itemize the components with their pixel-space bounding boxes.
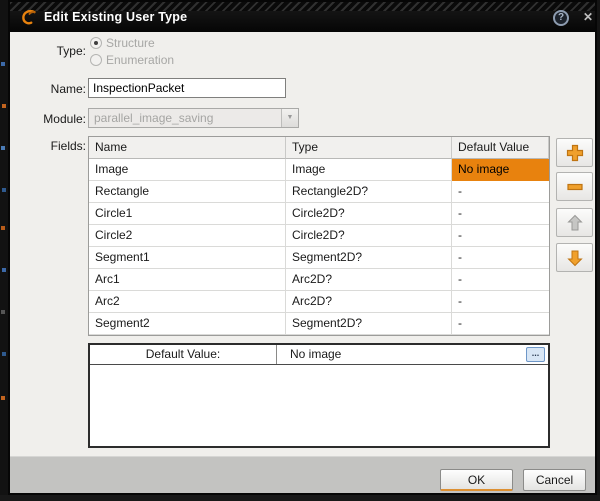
move-up-button[interactable] (556, 208, 593, 237)
table-row[interactable]: Circle1 Circle2D? - (89, 203, 549, 225)
cell-type[interactable]: Segment2D? (286, 247, 452, 269)
cell-name[interactable]: Segment1 (89, 247, 286, 269)
cell-default-value[interactable]: - (452, 203, 549, 225)
table-row[interactable]: Segment2 Segment2D? - (89, 313, 549, 335)
desktop-speck (1, 310, 5, 314)
table-row[interactable]: Rectangle Rectangle2D? - (89, 181, 549, 203)
desktop-background-bottom (0, 495, 600, 501)
default-value-text[interactable]: No image (290, 345, 341, 364)
cell-type[interactable]: Circle2D? (286, 203, 452, 225)
radio-enumeration-label: Enumeration (106, 53, 174, 67)
table-header-row: Name Type Default Value (89, 137, 549, 159)
cell-name[interactable]: Circle2 (89, 225, 286, 247)
remove-field-button[interactable] (556, 172, 593, 201)
table-row[interactable]: Segment1 Segment2D? - (89, 247, 549, 269)
radio-structure-icon[interactable] (90, 37, 102, 49)
move-down-button[interactable] (556, 243, 593, 272)
add-field-button[interactable] (556, 138, 593, 167)
table-row[interactable]: Circle2 Circle2D? - (89, 225, 549, 247)
cell-default-value[interactable]: - (452, 269, 549, 291)
cell-default-value[interactable]: - (452, 313, 549, 335)
fields-label: Fields: (16, 139, 86, 153)
ok-button[interactable]: OK (440, 469, 513, 491)
table-row[interactable]: Image Image No image (89, 159, 549, 181)
cell-default-value[interactable]: - (452, 225, 549, 247)
desktop-speck (1, 146, 5, 150)
name-label: Name: (16, 82, 86, 96)
name-input[interactable] (88, 78, 286, 98)
dialog-title: Edit Existing User Type (44, 10, 187, 24)
cell-type[interactable]: Arc2D? (286, 269, 452, 291)
desktop-speck (2, 188, 6, 192)
titlebar[interactable]: Edit Existing User Type ? ✕ (10, 2, 595, 32)
desktop-speck (1, 226, 5, 230)
cell-name[interactable]: Rectangle (89, 181, 286, 203)
cell-type[interactable]: Circle2D? (286, 225, 452, 247)
radio-option-structure[interactable]: Structure (90, 36, 155, 50)
close-icon[interactable]: ✕ (580, 9, 596, 25)
cell-name[interactable]: Image (89, 159, 286, 181)
desktop-speck (1, 62, 5, 66)
cell-default-value[interactable]: - (452, 247, 549, 269)
module-dropdown-value: parallel_image_saving (94, 111, 213, 125)
footer-bar: OK Cancel (10, 456, 595, 493)
cell-type[interactable]: Arc2D? (286, 291, 452, 313)
type-label: Type: (16, 44, 86, 58)
radio-option-enumeration[interactable]: Enumeration (90, 53, 174, 67)
desktop-speck (1, 396, 5, 400)
help-icon[interactable]: ? (553, 10, 569, 26)
minus-icon (565, 177, 585, 197)
cell-default-value[interactable]: - (452, 291, 549, 313)
column-header-type[interactable]: Type (286, 137, 452, 159)
cell-name[interactable]: Arc1 (89, 269, 286, 291)
column-header-name[interactable]: Name (89, 137, 286, 159)
cell-name[interactable]: Segment2 (89, 313, 286, 335)
cell-type[interactable]: Image (286, 159, 452, 181)
cell-default-value-selected[interactable]: No image (452, 159, 549, 181)
cell-type[interactable]: Rectangle2D? (286, 181, 452, 203)
module-dropdown[interactable]: parallel_image_saving ▼ (88, 108, 299, 128)
default-value-label: Default Value: (90, 345, 277, 364)
column-header-default-value[interactable]: Default Value (452, 137, 549, 159)
radio-enumeration-icon[interactable] (90, 54, 102, 66)
desktop-background-left (0, 0, 8, 501)
cell-default-value[interactable]: - (452, 181, 549, 203)
app-logo-icon (19, 8, 39, 28)
table-row[interactable]: Arc1 Arc2D? - (89, 269, 549, 291)
desktop-speck (2, 268, 6, 272)
chevron-down-icon[interactable]: ▼ (281, 109, 298, 127)
plus-icon (565, 143, 585, 163)
edit-user-type-dialog: Edit Existing User Type ? ✕ Type: Name: … (8, 0, 597, 495)
cell-name[interactable]: Arc2 (89, 291, 286, 313)
cell-type[interactable]: Segment2D? (286, 313, 452, 335)
browse-ellipsis-button[interactable]: ... (526, 347, 545, 362)
arrow-up-icon (565, 213, 585, 233)
arrow-down-icon (565, 248, 585, 268)
fields-table: Name Type Default Value Image Image No i… (88, 136, 550, 336)
cell-name[interactable]: Circle1 (89, 203, 286, 225)
default-value-panel: Default Value: No image ... (88, 343, 550, 448)
radio-structure-label: Structure (106, 36, 155, 50)
desktop-speck (2, 104, 6, 108)
module-label: Module: (16, 112, 86, 126)
cancel-button[interactable]: Cancel (523, 469, 586, 491)
table-row[interactable]: Arc2 Arc2D? - (89, 291, 549, 313)
default-value-header: Default Value: No image ... (90, 345, 548, 365)
desktop-speck (2, 352, 6, 356)
